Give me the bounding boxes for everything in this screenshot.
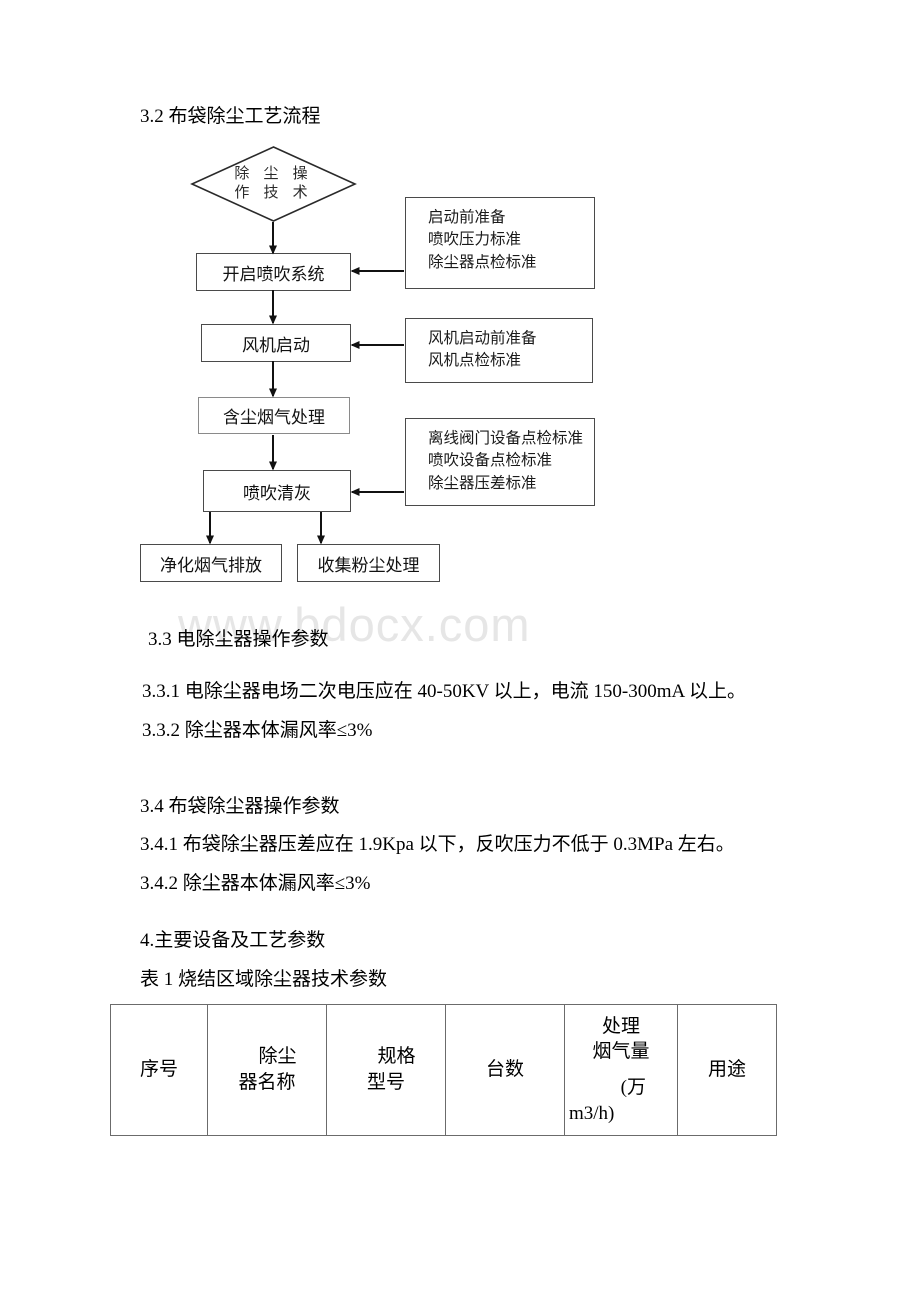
table-header-gas-volume: 处理 烟气量 (万 m3/h) [564, 1004, 678, 1136]
process-flowchart: 除 尘 操 作 技 术 开启喷吹系统 风机启动 含尘烟气处理 喷吹清灰 净化烟气… [0, 130, 920, 600]
table-header-collector-name: 除尘 器名称 [207, 1004, 327, 1136]
header-gas-volume-spacer [569, 1065, 673, 1075]
header-gas-volume-line-3: (万 [620, 1077, 646, 1098]
paragraph-3-3-2: 3.3.2 除尘器本体漏风率≤3% [142, 720, 373, 741]
header-text-unit-count: 台数 [485, 1059, 524, 1081]
header-gas-volume-line-1: 处理 [601, 1015, 640, 1037]
document-page: www.bdocx.com 3.2 布袋除尘工艺流程 除 尘 操 作 技 术 开… [0, 0, 920, 1302]
table-header-row: 序号 除尘 器名称 规格 型号 台数 处理 烟气量 (万 m3/h) 用途 [110, 1004, 777, 1136]
header-stack-collector-name: 除尘 器名称 [212, 1044, 322, 1095]
table-header-unit-count: 台数 [445, 1004, 565, 1136]
header-text-serial: 序号 [139, 1059, 178, 1081]
table-header-usage: 用途 [677, 1004, 777, 1136]
heading-3-4: 3.4 布袋除尘器操作参数 [140, 796, 340, 817]
table-caption: 表 1 烧结区域除尘器技术参数 [140, 969, 388, 990]
header-gas-volume-line-4: m3/h) [569, 1102, 615, 1124]
table-header-serial-number: 序号 [110, 1004, 208, 1136]
header-collector-name-line-2: 器名称 [238, 1072, 296, 1093]
heading-3-3: 3.3 电除尘器操作参数 [148, 629, 329, 650]
heading-4: 4.主要设备及工艺参数 [140, 930, 326, 951]
header-stack-spec-model: 规格 型号 [331, 1044, 441, 1095]
header-gas-volume-line-2: 烟气量 [592, 1041, 650, 1063]
paragraph-3-4-1: 3.4.1 布袋除尘器压差应在 1.9Kpa 以下，反吹压力不低于 0.3MPa… [140, 834, 735, 855]
paragraph-3-3-1: 3.3.1 电除尘器电场二次电压应在 40-50KV 以上，电流 150-300… [142, 681, 746, 702]
header-stack-gas-volume: 处理 烟气量 (万 m3/h) [569, 1014, 673, 1127]
header-collector-name-line-1: 除尘 [258, 1046, 297, 1068]
paragraph-3-4-2: 3.4.2 除尘器本体漏风率≤3% [140, 873, 371, 894]
header-text-usage: 用途 [707, 1059, 746, 1081]
header-spec-model-line-1: 规格 [377, 1046, 416, 1068]
heading-3-2: 3.2 布袋除尘工艺流程 [140, 106, 321, 127]
flowchart-connectors [206, 222, 404, 545]
sintering-dust-collector-spec-table: 序号 除尘 器名称 规格 型号 台数 处理 烟气量 (万 m3/h) 用途 [110, 1004, 777, 1136]
table-header-spec-model: 规格 型号 [326, 1004, 446, 1136]
header-spec-model-line-2: 型号 [366, 1072, 405, 1093]
